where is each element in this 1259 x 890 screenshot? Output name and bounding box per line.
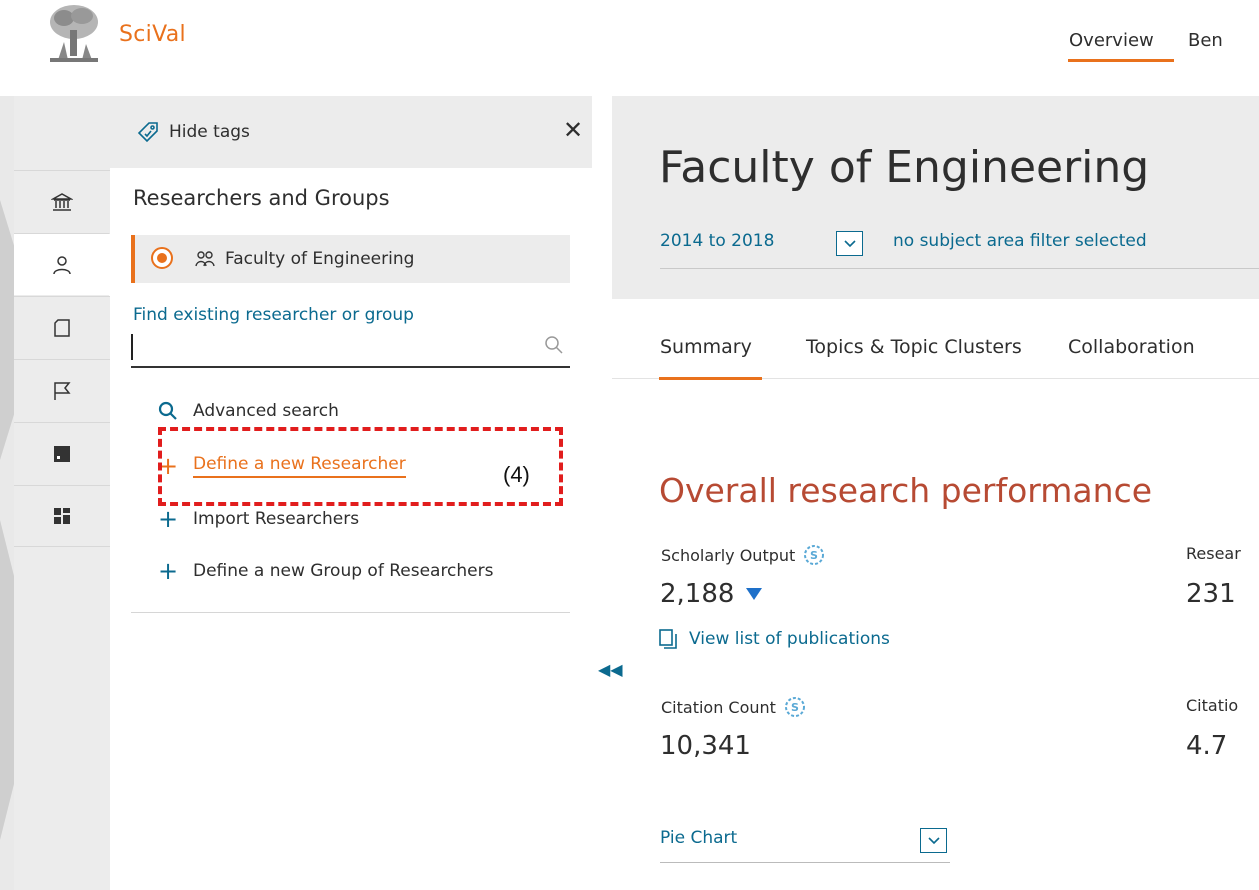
plus-icon: +: [157, 505, 179, 533]
person-icon: [53, 255, 71, 274]
define-group-link[interactable]: + Define a new Group of Researchers: [157, 559, 494, 583]
elsevier-logo: [46, 2, 102, 66]
panel-divider: [131, 612, 570, 613]
find-label: Find existing researcher or group: [133, 305, 414, 325]
citation-count-label: Citation Count S: [661, 696, 806, 718]
hide-tags-button[interactable]: Hide tags: [137, 121, 250, 143]
filter-divider: [660, 268, 1259, 269]
search-icon: [158, 401, 177, 420]
search-input[interactable]: [131, 330, 570, 368]
tab-summary[interactable]: Summary: [660, 336, 752, 358]
chevron-down-icon: [843, 239, 856, 247]
scholarly-output-label: Scholarly Output S: [661, 544, 825, 566]
annotation-label: (4): [503, 462, 530, 487]
snowball-metric-icon[interactable]: S: [784, 696, 806, 718]
chart-type-dropdown-button[interactable]: [920, 828, 947, 853]
svg-text:S: S: [810, 549, 818, 562]
view-publications-link[interactable]: View list of publications: [659, 629, 890, 649]
rail-item-journals[interactable]: [14, 422, 110, 484]
citations-per-label: Citatio: [1186, 696, 1239, 715]
year-range[interactable]: 2014 to 2018: [660, 231, 774, 251]
subject-filter[interactable]: no subject area filter selected: [893, 231, 1147, 251]
hide-tags-label: Hide tags: [169, 122, 250, 142]
citation-count-value: 10,341: [660, 731, 751, 761]
tag-icon: [137, 122, 158, 143]
selected-entity: Faculty of Engineering: [195, 249, 414, 269]
rail-item-topics[interactable]: [14, 485, 110, 547]
nav-overview-underline: [1068, 59, 1174, 62]
chart-select-underline: [660, 862, 950, 863]
scholarly-output-text: Scholarly Output: [661, 545, 796, 565]
import-researchers-link[interactable]: + Import Researchers: [157, 507, 359, 531]
rail-active-pointer: [90, 233, 110, 297]
grid-icon: [54, 508, 70, 524]
chart-type-select[interactable]: Pie Chart: [660, 828, 737, 848]
tab-collaboration[interactable]: Collaboration: [1068, 336, 1195, 358]
researchers-label: Resear: [1186, 544, 1241, 563]
researchers-value: 231: [1186, 579, 1236, 609]
close-icon[interactable]: ✕: [563, 118, 583, 142]
chevron-down-icon: [927, 836, 940, 844]
group-icon: [195, 251, 215, 267]
rail-item-institutions[interactable]: [14, 170, 110, 232]
brand-name[interactable]: SciVal: [119, 22, 186, 47]
scholarly-output-value: 2,188: [660, 579, 763, 609]
publication-icon: [54, 318, 70, 337]
advanced-search-label: Advanced search: [193, 401, 339, 421]
view-publications-label: View list of publications: [689, 629, 890, 649]
chart-icon: [54, 445, 70, 462]
year-dropdown-button[interactable]: [836, 231, 863, 256]
rail-item-countries[interactable]: [14, 359, 110, 421]
search-icon[interactable]: [544, 335, 564, 355]
scholarly-output-number: 2,188: [660, 579, 735, 609]
document-list-icon: [659, 629, 677, 649]
trend-down-icon: [746, 588, 763, 600]
page-title: Faculty of Engineering: [659, 142, 1150, 193]
snowball-metric-icon[interactable]: S: [803, 544, 825, 566]
radio-selected[interactable]: [151, 247, 173, 269]
advanced-search-link[interactable]: Advanced search: [157, 401, 339, 421]
panel-title: Researchers and Groups: [133, 186, 390, 210]
plus-icon: +: [157, 557, 179, 585]
collapse-panel-icon[interactable]: ◀◀: [598, 660, 623, 679]
active-tab-underline: [659, 377, 762, 380]
import-researchers-label: Import Researchers: [193, 509, 360, 529]
rail-item-publications[interactable]: [14, 296, 110, 358]
institution-icon: [51, 192, 73, 211]
citation-count-text: Citation Count: [661, 697, 776, 717]
tab-topics[interactable]: Topics & Topic Clusters: [806, 336, 1022, 358]
citations-per-value: 4.7: [1186, 731, 1228, 761]
flag-icon: [54, 381, 71, 400]
text-caret: [131, 334, 133, 360]
selected-entity-label: Faculty of Engineering: [225, 249, 415, 269]
section-title: Overall research performance: [659, 471, 1153, 510]
nav-benchmarking[interactable]: Ben: [1188, 30, 1223, 51]
svg-text:S: S: [791, 701, 799, 714]
nav-overview[interactable]: Overview: [1069, 30, 1154, 51]
define-group-label: Define a new Group of Researchers: [193, 561, 494, 581]
